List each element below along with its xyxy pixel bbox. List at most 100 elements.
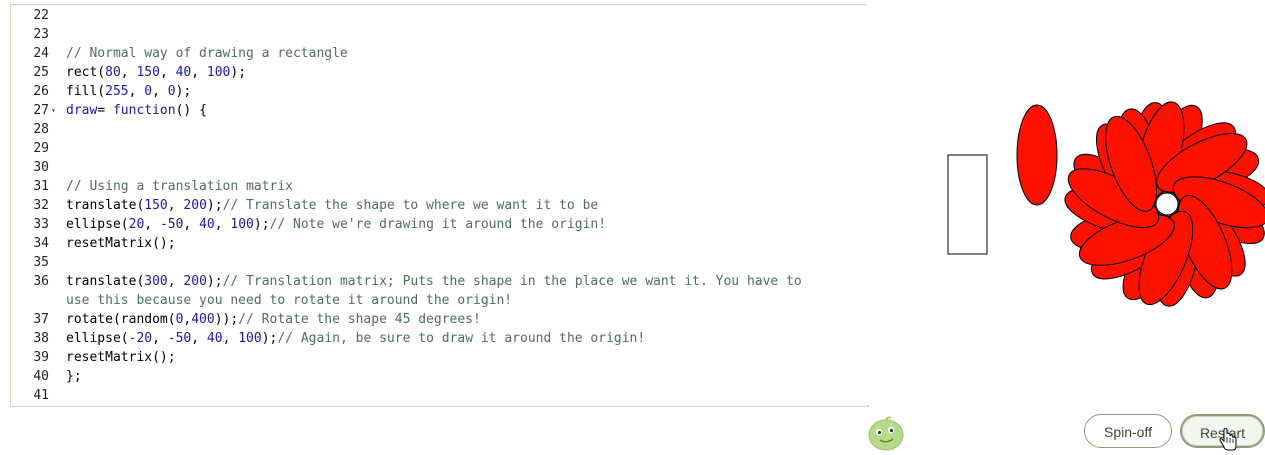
code-token: 200 [183, 274, 207, 289]
line-number: 35 [33, 255, 49, 270]
avatar-icon[interactable] [866, 414, 906, 452]
flower-center [1155, 192, 1179, 216]
code-token: , [152, 84, 168, 99]
output-canvas[interactable] [867, 4, 1265, 405]
code-token: // Normal way of drawing a rectangle [66, 46, 348, 61]
fold-arrow-icon[interactable]: ▾ [51, 101, 56, 120]
spin-off-button[interactable]: Spin-off [1084, 414, 1172, 448]
code-token: 100 [238, 331, 262, 346]
code-token: , [183, 217, 200, 232]
code-line[interactable]: 39 resetMatrix(); [11, 348, 867, 367]
code-token: ); [175, 84, 192, 99]
code-line[interactable]: 34 resetMatrix(); [11, 234, 867, 253]
code-line[interactable]: 27 ▾ draw= function() { [11, 101, 867, 120]
code-token: -20 [128, 331, 153, 346]
code-token: 0 [144, 84, 153, 99]
line-number: 40 [33, 369, 49, 384]
line-source: rotate(random(0,400));// Rotate the shap… [66, 310, 481, 329]
code-token: translate( [66, 274, 145, 289]
line-number: 29 [33, 141, 49, 156]
code-token: 150 [144, 198, 168, 213]
code-token: , [222, 331, 239, 346]
code-token: // Translation matrix; Puts the shape in… [222, 274, 802, 289]
line-number: 26 [33, 84, 49, 99]
code-token: , [128, 84, 145, 99]
code-editor[interactable]: 22 23 24 // Normal way of drawing a rectang… [10, 4, 869, 407]
code-token: 40 [199, 217, 215, 232]
code-token: 40 [206, 331, 223, 346]
line-number: 22 [33, 8, 49, 23]
code-token: resetMatrix(); [66, 236, 176, 251]
line-number: 36 [33, 274, 49, 289]
line-source: translate(300, 200);// Translation matri… [66, 272, 802, 291]
line-number: 24 [33, 46, 49, 61]
code-line[interactable]: 23 [11, 25, 867, 44]
code-token: , [144, 217, 160, 232]
code-token: ); [253, 217, 270, 232]
code-token: , [159, 65, 176, 80]
line-source: translate(150, 200);// Translate the sha… [66, 196, 598, 215]
code-line[interactable]: 25 rect(80, 150, 40, 100); [11, 63, 867, 82]
line-source: // Using a translation matrix [66, 177, 293, 196]
line-number: 34 [33, 236, 49, 251]
code-token: translate( [66, 198, 145, 213]
code-line[interactable]: 24 // Normal way of drawing a rectangle [11, 44, 867, 63]
hand-cursor-icon [1218, 427, 1238, 452]
code-line[interactable]: 33 ellipse(20, -50, 40, 100);// Note we'r… [11, 215, 867, 234]
code-token: fill( [66, 84, 106, 99]
program-editor-view: 22 23 24 // Normal way of drawing a rectang… [0, 0, 1265, 455]
code-line[interactable]: 29 [11, 139, 867, 158]
code-token: ); [206, 274, 223, 289]
line-number: 32 [33, 198, 49, 213]
code-line[interactable]: 31 // Using a translation matrix [11, 177, 867, 196]
code-line[interactable]: 22 [11, 6, 867, 25]
code-token: 40 [175, 65, 192, 80]
line-source: resetMatrix(); [66, 234, 176, 253]
code-line[interactable]: 40}; [11, 367, 867, 386]
code-token: , [120, 65, 137, 80]
code-token: resetMatrix(); [66, 350, 176, 365]
code-line[interactable]: 36 translate(300, 200);// Translation mat… [11, 272, 867, 291]
code-lines[interactable]: 22 23 24 // Normal way of drawing a rectang… [11, 6, 867, 405]
code-line[interactable]: 38 ellipse(-20, -50, 40, 100);// Again, b… [11, 329, 867, 348]
code-token: // Using a translation matrix [66, 179, 293, 194]
code-token: ellipse( [66, 217, 129, 232]
code-token: 100 [206, 65, 231, 80]
code-token: , [167, 198, 184, 213]
line-source: }; [66, 367, 82, 386]
code-token: // Translate the shape to where we want … [222, 198, 599, 213]
line-number: 41 [33, 388, 49, 403]
code-line[interactable]: 28 [11, 120, 867, 139]
code-line[interactable]: 30 [11, 158, 867, 177]
code-token: // Again, be sure to draw it around the … [277, 331, 646, 346]
line-source: rect(80, 150, 40, 100); [66, 63, 246, 82]
code-token: draw [66, 103, 98, 118]
code-token: -50 [159, 217, 184, 232]
line-number: 37 [33, 312, 49, 327]
line-number: 33 [33, 217, 49, 232]
code-line[interactable]: 32 translate(150, 200);// Translate the s… [11, 196, 867, 215]
code-token: , [167, 274, 184, 289]
code-token: ); [230, 65, 247, 80]
line-number: 39 [33, 350, 49, 365]
code-token: , [191, 331, 207, 346]
line-source: ellipse(20, -50, 40, 100);// Note we're … [66, 215, 606, 234]
code-token: 255 [105, 84, 129, 99]
code-token: 300 [144, 274, 168, 289]
line-number: 30 [33, 160, 49, 175]
code-line[interactable]: 26 fill(255, 0, 0); [11, 82, 867, 101]
code-token: , [191, 65, 207, 80]
line-source: fill(255, 0, 0); [66, 82, 191, 101]
line-source: draw= function() { [66, 101, 207, 120]
code-token: ellipse( [66, 331, 129, 346]
line-source: use this because you need to rotate it a… [66, 291, 512, 310]
code-token: , [152, 331, 168, 346]
code-line[interactable]: 37 rotate(random(0,400));// Rotate the sh… [11, 310, 867, 329]
line-number: 28 [33, 122, 49, 137]
code-token: // Rotate the shape 45 degrees! [238, 312, 481, 327]
code-token: )); [214, 312, 239, 327]
code-line[interactable]: 35 [11, 253, 867, 272]
code-token: rotate(random( [66, 312, 176, 327]
code-line[interactable]: use this because you need to rotate it a… [11, 291, 867, 310]
code-line[interactable]: 41 [11, 386, 867, 405]
